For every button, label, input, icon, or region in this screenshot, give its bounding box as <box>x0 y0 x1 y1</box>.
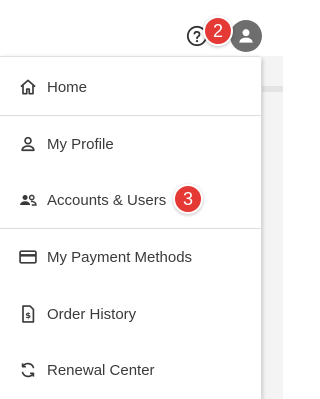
people-icon <box>18 190 38 210</box>
credit-card-icon <box>18 247 38 267</box>
menu-item-order-history[interactable]: $ Order History <box>0 294 261 334</box>
menu-item-payment-methods[interactable]: My Payment Methods <box>0 237 261 277</box>
step-badge-2: 2 <box>203 16 233 46</box>
menu-item-accounts-users[interactable]: Accounts & Users <box>0 180 261 220</box>
background-page <box>262 56 283 399</box>
step-badge-3: 3 <box>173 184 203 214</box>
menu-item-renewal-center[interactable]: Renewal Center <box>0 350 261 390</box>
menu-item-label: My Profile <box>47 135 114 153</box>
background-strip <box>262 86 283 92</box>
divider <box>0 228 261 229</box>
person-icon <box>236 26 256 46</box>
menu-item-my-profile[interactable]: My Profile <box>0 124 261 164</box>
divider <box>0 115 261 116</box>
person-outline-icon <box>18 134 38 154</box>
svg-text:$: $ <box>25 310 31 320</box>
menu-item-label: Home <box>47 78 88 96</box>
menu-item-label: My Payment Methods <box>47 248 193 266</box>
home-icon <box>18 77 38 97</box>
refresh-icon <box>18 360 38 380</box>
menu-item-label: Renewal Center <box>47 361 155 379</box>
menu-item-home[interactable]: Home <box>0 67 261 107</box>
account-dropdown-menu: Home My Profile Accounts & Users My Paym… <box>0 56 261 399</box>
account-menu-screen: 2 Home My Profile Accounts & Users My Pa… <box>0 0 283 399</box>
menu-item-label: Order History <box>47 305 137 323</box>
receipt-dollar-icon: $ <box>18 304 38 324</box>
account-avatar-button[interactable] <box>230 20 262 52</box>
menu-item-label: Accounts & Users <box>47 191 167 209</box>
